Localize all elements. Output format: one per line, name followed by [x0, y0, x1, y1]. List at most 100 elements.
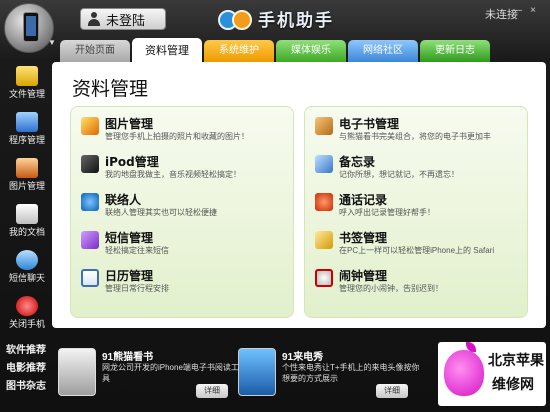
- feature-bookmark-management[interactable]: 书签管理 在PC上一样可以轻松管理iPhone上的 Safari: [315, 229, 525, 263]
- tab-media-entertainment[interactable]: 媒体娱乐: [276, 40, 346, 62]
- page-title: 资料管理: [72, 78, 149, 100]
- promo-name: 91来电秀: [282, 352, 324, 363]
- calendar-icon: [81, 269, 99, 287]
- call-log-icon: [315, 193, 333, 211]
- phone-icon: [23, 12, 39, 42]
- sidebar-item-label: 短信聊天: [8, 273, 45, 283]
- device-phone-icon[interactable]: [4, 3, 54, 53]
- feature-description: 记你所想，想记就记，不再遗忘！: [339, 170, 459, 179]
- device-dropdown-icon[interactable]: ▼: [48, 38, 56, 47]
- feature-title: 闹钟管理: [339, 269, 388, 283]
- sidebar-item-label: 我的文档: [8, 227, 45, 237]
- feature-title: 联络人: [105, 193, 142, 207]
- sidebar-item-shutdown-phone[interactable]: 关闭手机: [4, 296, 50, 340]
- feature-description: 呼入呼出记录管理好帮手！: [339, 208, 435, 217]
- user-icon: [87, 12, 101, 26]
- bottom-links: 软件推荐 电影推荐 图书杂志: [6, 342, 56, 396]
- logo-icon: [218, 7, 252, 30]
- picture-icon: [16, 158, 38, 178]
- bookmark-icon: [315, 231, 333, 249]
- app-name: 手机助手: [258, 10, 334, 31]
- feature-description: 管理您手机上拍摄的照片和收藏的图片！: [105, 132, 249, 141]
- feature-title: 图片管理: [105, 117, 154, 131]
- chat-icon: [16, 250, 38, 270]
- tab-system-maintenance[interactable]: 系统维护: [204, 40, 274, 62]
- feature-title: 通话记录: [339, 193, 388, 207]
- feature-sms-management[interactable]: 短信管理 轻松搞定往来短信: [81, 229, 291, 263]
- login-label: 未登陆: [106, 12, 146, 28]
- apps-icon: [16, 112, 38, 132]
- feature-description: 与熊猫看书完美组合，将您的电子书更加丰: [339, 132, 491, 141]
- app-window: ▼ 未登陆 手机助手 未连接 — × 开始页面 资料管理 系统维护 媒体娱乐 网…: [0, 0, 550, 412]
- sidebar-item-my-documents[interactable]: 我的文档: [4, 204, 50, 248]
- feature-description: 轻松搞定往来短信: [105, 246, 169, 255]
- tab-network-community[interactable]: 网络社区: [348, 40, 418, 62]
- feature-title: 备忘录: [339, 155, 376, 169]
- alarm-icon: [315, 269, 333, 287]
- panda-reader-icon: [58, 348, 96, 396]
- sidebar-item-label: 关闭手机: [8, 319, 45, 329]
- ipod-icon: [81, 155, 99, 173]
- tab-start-page[interactable]: 开始页面: [60, 40, 130, 62]
- close-icon[interactable]: ×: [526, 4, 540, 17]
- feature-memo[interactable]: 备忘录 记你所想，想记就记，不再遗忘！: [315, 153, 525, 187]
- promo-panda-reader: 91熊猫看书 网龙公司开发的iPhone端电子书阅读工具 详细: [58, 344, 244, 402]
- app-logo: 手机助手: [218, 5, 334, 31]
- feature-title: 电子书管理: [339, 117, 400, 131]
- brand-line-2: 维修网: [492, 376, 534, 392]
- feature-description: 管理您的小闹钟，告别迟到！: [339, 284, 443, 293]
- apple-logo-icon: [444, 342, 484, 396]
- contacts-icon: [81, 193, 99, 211]
- tab-data-management[interactable]: 资料管理: [132, 38, 202, 62]
- promo-caller-show: 91来电秀 个性来电秀让T+手机上的来电头像按你想要的方式展示 详细: [238, 344, 424, 402]
- sidebar-item-sms-chat[interactable]: 短信聊天: [4, 250, 50, 294]
- promo-description: 网龙公司开发的iPhone端电子书阅读工具: [102, 363, 239, 383]
- feature-ebook-management[interactable]: 电子书管理 与熊猫看书完美组合，将您的电子书更加丰: [315, 115, 525, 149]
- feature-description: 联络人管理其实也可以轻松便捷: [105, 208, 217, 217]
- feature-card-right: 电子书管理 与熊猫看书完美组合，将您的电子书更加丰 备忘录 记你所想，想记就记，…: [304, 106, 528, 318]
- sidebar-item-label: 文件管理: [8, 89, 45, 99]
- sidebar-item-label: 图片管理: [8, 181, 45, 191]
- folder-icon: [16, 66, 38, 86]
- power-icon: [16, 296, 38, 316]
- feature-description: 我的地盘我做主，音乐视频轻松搞定！: [105, 170, 241, 179]
- caller-show-icon: [238, 348, 276, 396]
- promo-details-button[interactable]: 详细: [376, 384, 408, 398]
- sms-icon: [81, 231, 99, 249]
- sidebar-item-picture-management[interactable]: 图片管理: [4, 158, 50, 202]
- brand-line-1: 北京苹果: [488, 352, 544, 368]
- brand-banner[interactable]: 北京苹果 维修网: [438, 342, 546, 406]
- minimize-icon[interactable]: —: [510, 4, 524, 17]
- link-movie-recommend[interactable]: 电影推荐: [6, 360, 56, 378]
- tab-update-log[interactable]: 更新日志: [420, 40, 490, 62]
- memo-icon: [315, 155, 333, 173]
- promo-name: 91熊猫看书: [102, 352, 154, 363]
- main-panel: 资料管理 图片管理 管理您手机上拍摄的照片和收藏的图片！ iPod管理 我的地盘…: [52, 62, 546, 328]
- feature-description: 管理日常行程安排: [105, 284, 169, 293]
- feature-contacts[interactable]: 联络人 联络人管理其实也可以轻松便捷: [81, 191, 291, 225]
- document-icon: [16, 204, 38, 224]
- promo-details-button[interactable]: 详细: [196, 384, 228, 398]
- sidebar: 文件管理 程序管理 图片管理 我的文档 短信聊天 关闭手机: [4, 64, 50, 340]
- link-books-magazines[interactable]: 图书杂志: [6, 378, 56, 396]
- feature-ipod-management[interactable]: iPod管理 我的地盘我做主，音乐视频轻松搞定！: [81, 153, 291, 187]
- feature-description: 在PC上一样可以轻松管理iPhone上的 Safari: [339, 246, 495, 255]
- ebook-icon: [315, 117, 333, 135]
- feature-alarm-management[interactable]: 闹钟管理 管理您的小闹钟，告别迟到！: [315, 267, 525, 301]
- sidebar-item-label: 程序管理: [8, 135, 45, 145]
- pictures-icon: [81, 117, 99, 135]
- feature-title: 日历管理: [105, 269, 154, 283]
- feature-call-log[interactable]: 通话记录 呼入呼出记录管理好帮手！: [315, 191, 525, 225]
- feature-title: 书签管理: [339, 231, 388, 245]
- feature-title: iPod管理: [105, 155, 159, 169]
- link-software-recommend[interactable]: 软件推荐: [6, 342, 56, 360]
- tab-bar: 开始页面 资料管理 系统维护 媒体娱乐 网络社区 更新日志: [60, 38, 490, 62]
- feature-card-left: 图片管理 管理您手机上拍摄的照片和收藏的图片！ iPod管理 我的地盘我做主，音…: [70, 106, 294, 318]
- promo-description: 个性来电秀让T+手机上的来电头像按你想要的方式展示: [282, 363, 420, 383]
- sidebar-item-file-management[interactable]: 文件管理: [4, 66, 50, 110]
- feature-calendar-management[interactable]: 日历管理 管理日常行程安排: [81, 267, 291, 301]
- feature-title: 短信管理: [105, 231, 154, 245]
- login-button[interactable]: 未登陆: [80, 8, 166, 30]
- feature-picture-management[interactable]: 图片管理 管理您手机上拍摄的照片和收藏的图片！: [81, 115, 291, 149]
- sidebar-item-app-management[interactable]: 程序管理: [4, 112, 50, 156]
